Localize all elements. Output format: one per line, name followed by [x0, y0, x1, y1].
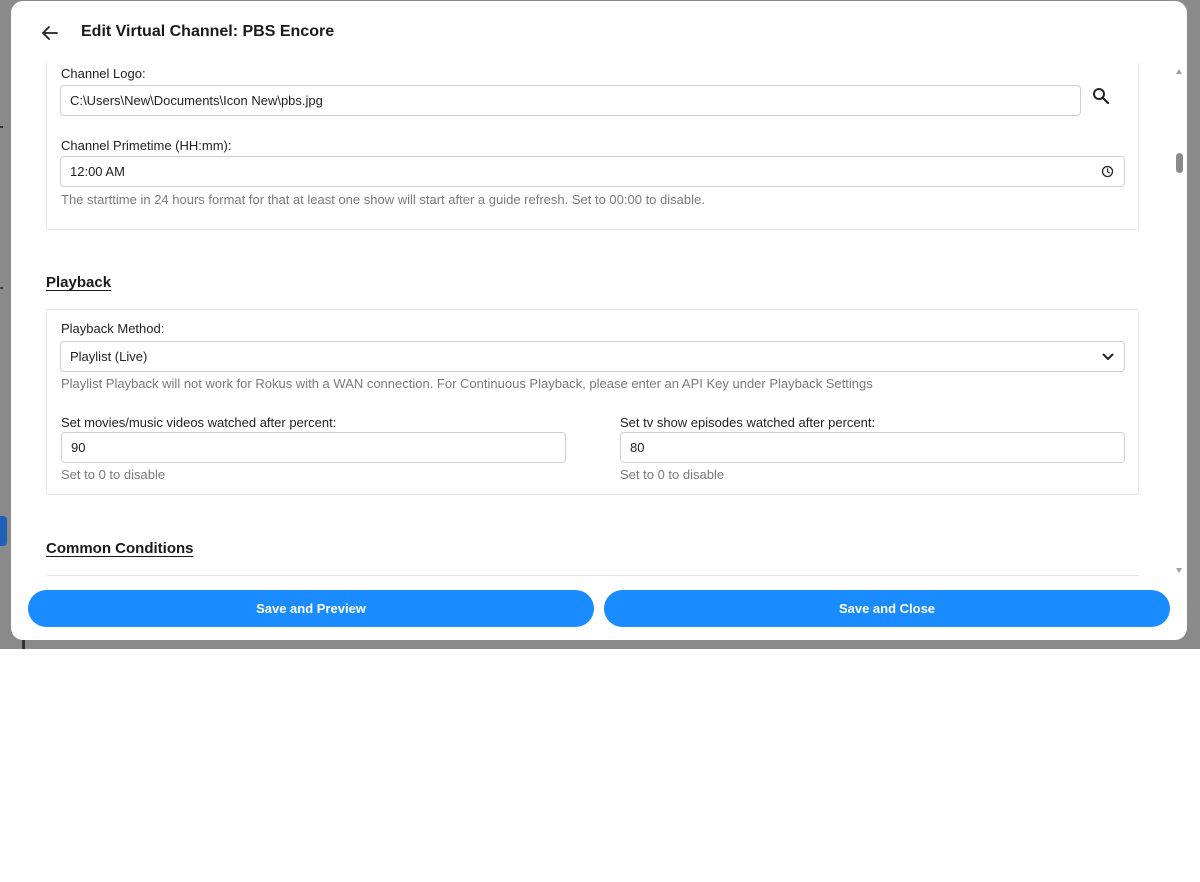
arrow-left-icon: [42, 26, 58, 40]
playback-card: Playback Method: Playlist (Live) Playlis…: [46, 309, 1139, 495]
scroll-up-arrow-icon[interactable]: [1176, 69, 1182, 74]
chevron-down-icon: [1102, 353, 1114, 360]
save-and-close-button[interactable]: Save and Close: [604, 590, 1170, 627]
backdrop-mark: [0, 126, 3, 128]
save-and-preview-button[interactable]: Save and Preview: [28, 590, 594, 627]
movies-percent-label: Set movies/music videos watched after pe…: [61, 415, 337, 430]
playback-method-value: Playlist (Live): [70, 349, 148, 364]
playback-method-select[interactable]: Playlist (Live): [60, 341, 1125, 372]
backdrop-tab: [0, 516, 7, 546]
primetime-value: 12:00 AM: [70, 164, 125, 179]
tv-percent-field[interactable]: 80: [620, 432, 1125, 463]
backdrop-mark: [0, 287, 3, 289]
channel-logo-label: Channel Logo:: [61, 66, 146, 81]
common-conditions-card: [46, 575, 1139, 579]
dialog-body[interactable]: Channel Logo: C:\Users\New\Documents\Ico…: [11, 63, 1187, 579]
channel-logo-field[interactable]: C:\Users\New\Documents\Icon New\pbs.jpg: [60, 85, 1081, 116]
clock-icon[interactable]: [1101, 165, 1114, 178]
primetime-field[interactable]: 12:00 AM: [60, 156, 1125, 187]
primetime-help: The starttime in 24 hours format for tha…: [61, 192, 705, 207]
dialog-scrollbar[interactable]: [1171, 63, 1187, 579]
playback-method-label: Playback Method:: [61, 321, 165, 336]
primetime-label: Channel Primetime (HH:mm):: [61, 138, 232, 153]
back-button[interactable]: [39, 23, 61, 43]
playback-method-help: Playlist Playback will not work for Roku…: [61, 376, 873, 391]
search-icon: [1093, 88, 1110, 105]
dialog-header: Edit Virtual Channel: PBS Encore: [11, 1, 1187, 63]
tv-percent-help: Set to 0 to disable: [620, 467, 725, 482]
dialog-title: Edit Virtual Channel: PBS Encore: [81, 23, 335, 40]
browse-logo-button[interactable]: [1092, 87, 1116, 111]
movies-percent-field[interactable]: 90: [61, 432, 566, 463]
general-settings-card: Channel Logo: C:\Users\New\Documents\Ico…: [46, 63, 1139, 230]
scrollbar-thumb[interactable]: [1176, 153, 1183, 173]
tv-percent-label: Set tv show episodes watched after perce…: [620, 415, 876, 430]
playback-section-title: Playback: [46, 274, 112, 291]
scroll-down-arrow-icon[interactable]: [1176, 568, 1182, 573]
common-conditions-section-title: Common Conditions: [46, 540, 194, 557]
edit-channel-dialog: Edit Virtual Channel: PBS Encore Channel…: [11, 1, 1187, 640]
movies-percent-help: Set to 0 to disable: [61, 467, 166, 482]
